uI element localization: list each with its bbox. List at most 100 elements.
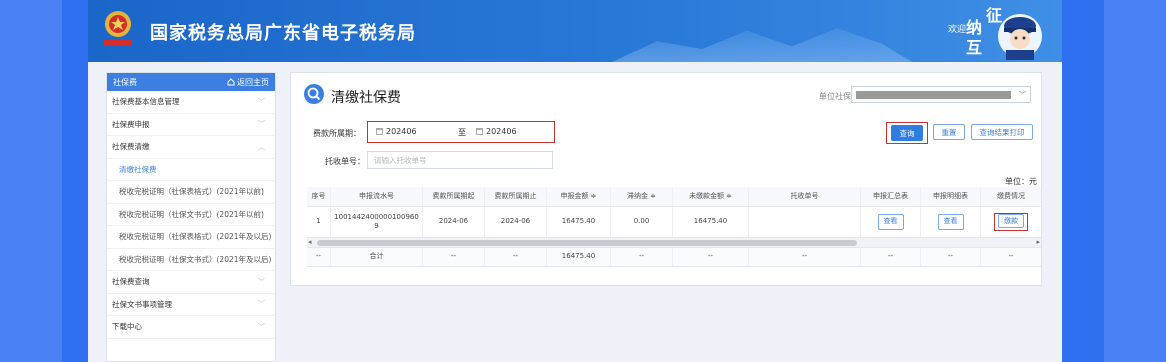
currency-unit: 单位：元 <box>1005 177 1037 186</box>
chevron-down-icon: ﹀ <box>1019 90 1026 99</box>
receipt-input[interactable]: 请输入托收单号 <box>367 151 553 169</box>
column-header: 序号 <box>307 187 331 206</box>
table-header-row: 序号 申报流水号 费款所属期起 费款所属期止 申报金额 ≑ 滞纳金 ≑ 未缴款金… <box>307 187 1041 207</box>
site-title: 国家税务总局广东省电子税务局 <box>150 23 416 44</box>
browser-frame: 国家税务总局广东省电子税务局 欢迎 纳 互 征 社保费 返回主页 社保费基本信息… <box>88 0 1062 362</box>
chevron-down-icon: ﹀ <box>258 300 265 309</box>
main-panel: 清缴社保费 单位社保号: ﹀ 费款所属期： 202406 至 202406 托收… <box>290 72 1042 286</box>
summary-summary: -- <box>861 248 921 266</box>
row-number: 1 <box>307 207 331 237</box>
horizontal-scrollbar[interactable]: ◂ ▸ <box>307 238 1041 248</box>
sidebar: 社保费 返回主页 社保费基本信息管理 ﹀ 社保费申报 ﹀ 社保费清缴 ︿ 清缴社保费 … <box>106 72 276 362</box>
chevron-up-icon: ︿ <box>258 142 265 151</box>
pay-button[interactable]: 缴款 <box>998 214 1024 229</box>
period-separator: 至 <box>458 128 466 137</box>
period-start-field[interactable]: 202406 <box>376 127 417 136</box>
summary-start: -- <box>423 248 485 266</box>
tax-emblem-icon <box>104 11 132 46</box>
column-header: 缴费情况 <box>997 191 1025 200</box>
home-icon <box>227 78 235 86</box>
period-start-cell: 2024-06 <box>423 207 485 237</box>
sidebar-item-label: 社保费清缴 <box>112 142 150 152</box>
scroll-thumb[interactable] <box>317 240 857 246</box>
scroll-right-icon[interactable]: ▸ <box>1036 238 1040 246</box>
summary-pay: -- <box>1008 252 1014 261</box>
reset-button[interactable]: 重置 <box>933 124 965 140</box>
sidebar-item-declaration[interactable]: 社保费申报 ﹀ <box>107 114 275 136</box>
column-header: 托收单号 <box>749 187 861 206</box>
chevron-down-icon: ﹀ <box>258 120 265 129</box>
payments-table: 序号 申报流水号 费款所属期起 费款所属期止 申报金额 ≑ 滞纳金 ≑ 未缴款金… <box>307 187 1041 267</box>
period-start-value: 202406 <box>386 127 417 136</box>
sidebar-subitem-proof-doc-pre2021[interactable]: 税收完税证明（社保文书式）(2021年以前) <box>107 204 275 226</box>
query-highlight: 查询 <box>886 122 928 144</box>
sidebar-item-label: 社保费申报 <box>112 119 150 129</box>
sidebar-item-label: 社保费查询 <box>112 277 150 287</box>
search-icon <box>304 84 324 104</box>
page-title: 清缴社保费 <box>331 90 401 106</box>
view-summary-button[interactable]: 查看 <box>877 214 904 230</box>
period-label: 费款所属期： <box>313 129 361 138</box>
unit-number-select[interactable]: ﹀ <box>851 86 1031 103</box>
sidebar-header: 社保费 返回主页 <box>107 73 275 91</box>
amount-cell: 16475.40 <box>547 207 611 237</box>
column-header: 申报汇总表 <box>861 187 921 206</box>
table-summary-row: -- 合计 -- -- 16475.40 -- -- -- -- -- -- <box>307 248 1041 267</box>
chevron-down-icon: ﹀ <box>258 277 265 286</box>
welcome-text: 欢迎 <box>948 25 967 35</box>
column-header: 费款所属期起 <box>423 187 485 206</box>
query-button[interactable]: 查询 <box>891 125 923 141</box>
period-end-field[interactable]: 202406 <box>476 127 517 136</box>
period-range-input[interactable]: 202406 至 202406 <box>367 121 555 143</box>
sidebar-item-basic-info[interactable]: 社保费基本信息管理 ﹀ <box>107 91 275 114</box>
sidebar-item-clearance[interactable]: 社保费清缴 ︿ <box>107 136 275 159</box>
sidebar-subitem-proof-table-post2021[interactable]: 税收完税证明（社保表格式）(2021年及以后) <box>107 226 275 249</box>
mascot-glyph-hu: 互 <box>966 38 983 57</box>
sidebar-item-label: 社保费基本信息管理 <box>112 97 180 107</box>
home-link-label: 返回主页 <box>237 77 269 87</box>
summary-receipt: -- <box>749 248 861 266</box>
right-border <box>1104 0 1166 362</box>
sidebar-item-query[interactable]: 社保费查询 ﹀ <box>107 271 275 294</box>
sidebar-item-label: 下载中心 <box>112 322 142 332</box>
pay-highlight: 缴款 <box>994 213 1028 231</box>
print-results-button[interactable]: 查询结果打印 <box>971 124 1033 140</box>
sidebar-subitem-clear-fees[interactable]: 清缴社保费 <box>107 159 275 181</box>
mascot-avatar-icon[interactable] <box>990 4 1046 62</box>
column-header[interactable]: 滞纳金 ≑ <box>611 187 673 206</box>
sidebar-title: 社保费 <box>113 77 137 87</box>
sidebar-item-document-mgmt[interactable]: 社保文书事项管理 ﹀ <box>107 294 275 316</box>
left-border <box>0 0 62 362</box>
summary-detail: -- <box>921 248 981 266</box>
calendar-icon <box>376 128 383 135</box>
summary-amount: 16475.40 <box>547 248 611 266</box>
column-header: 申报明细表 <box>921 187 981 206</box>
summary-unpaid: -- <box>673 248 749 266</box>
redacted-value <box>856 90 1011 99</box>
summary-end: -- <box>485 248 547 266</box>
period-end-value: 202406 <box>486 127 517 136</box>
sidebar-subitem-proof-table-pre2021[interactable]: 税收完税证明（社保表格式）(2021年以前) <box>107 181 275 204</box>
sidebar-item-label: 社保文书事项管理 <box>112 299 172 309</box>
table-row: 1 10014424000001009609 2024-06 2024-06 1… <box>307 207 1041 238</box>
home-link[interactable]: 返回主页 <box>227 77 269 88</box>
summary-no: -- <box>307 248 331 266</box>
column-header[interactable]: 未缴款金额 ≑ <box>673 187 749 206</box>
view-detail-button[interactable]: 查看 <box>937 214 964 230</box>
column-header[interactable]: 申报金额 ≑ <box>547 187 611 206</box>
scroll-left-icon[interactable]: ◂ <box>308 238 312 246</box>
summary-cell: 查看 <box>861 207 921 237</box>
chevron-down-icon: ﹀ <box>258 322 265 331</box>
sidebar-subitem-proof-doc-post2021[interactable]: 税收完税证明（社保文书式）(2021年及以后) <box>107 249 275 271</box>
column-header: 申报流水号 <box>331 187 423 206</box>
period-end-cell: 2024-06 <box>485 207 547 237</box>
payment-cell: 缴款 <box>981 207 1041 237</box>
receipt-label: 托收单号： <box>325 157 365 166</box>
summary-late-fee: -- <box>611 248 673 266</box>
calendar-icon <box>476 128 483 135</box>
serial-number: 10014424000001009609 <box>331 207 423 237</box>
receipt-cell <box>749 207 861 237</box>
sidebar-item-download[interactable]: 下载中心 ﹀ <box>107 316 275 339</box>
detail-cell: 查看 <box>921 207 981 237</box>
unpaid-cell: 16475.40 <box>673 207 749 237</box>
